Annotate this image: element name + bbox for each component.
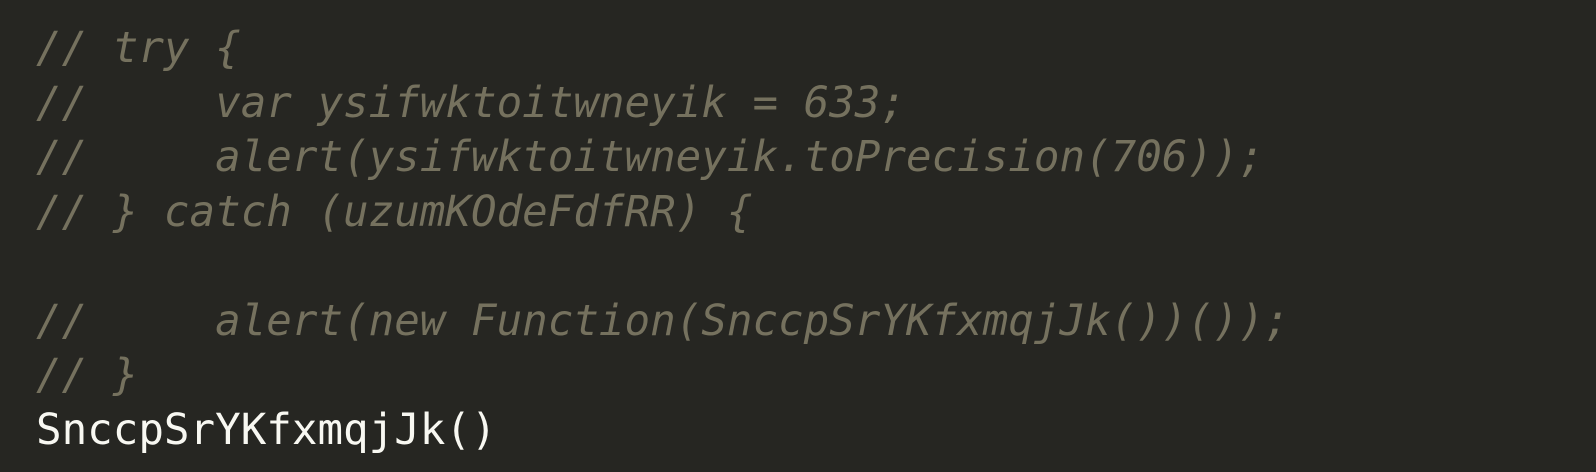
code-line-function-call: SnccpSrYKfxmqjJk() [36, 405, 497, 455]
code-editor[interactable]: // try { // var ysifwktoitwneyik = 633; … [0, 0, 1596, 472]
code-line-comment: // } [36, 351, 139, 400]
code-line-comment: // alert(ysifwktoitwneyik.toPrecision(70… [36, 133, 1265, 182]
code-line-comment: // var ysifwktoitwneyik = 633; [36, 78, 906, 128]
code-line-comment: // alert(new Function(SnccpSrYKfxmqjJk()… [36, 296, 1290, 346]
code-line-comment: // } catch (uzumKOdeFdfRR) { [36, 187, 753, 237]
code-line-comment: // try { [36, 24, 241, 73]
